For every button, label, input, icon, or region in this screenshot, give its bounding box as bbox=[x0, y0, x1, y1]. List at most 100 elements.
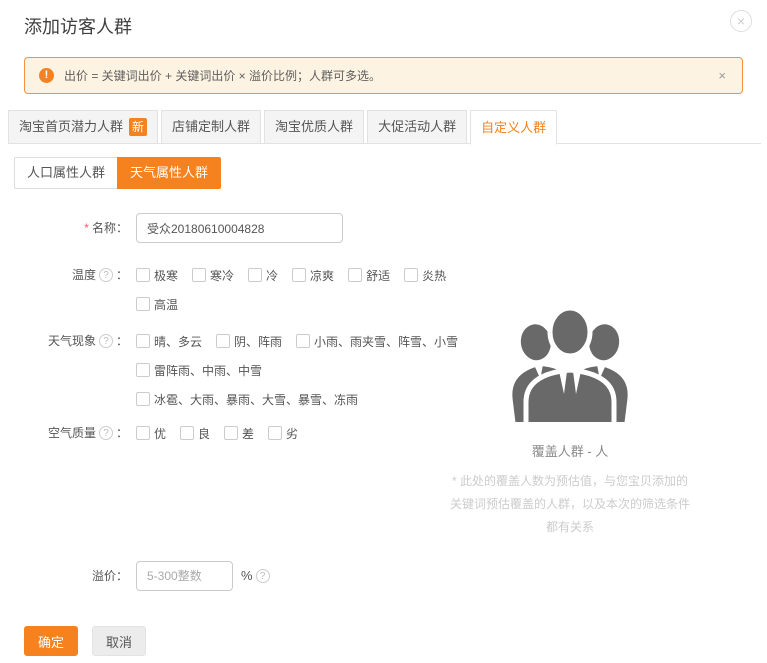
checkbox-label: 高温 bbox=[154, 296, 178, 313]
air-quality-label: 空气质量 ? ： bbox=[0, 423, 128, 443]
checkbox-label: 寒冷 bbox=[210, 267, 234, 284]
checkbox[interactable] bbox=[136, 426, 150, 440]
subtab-label: 人口属性人群 bbox=[27, 165, 105, 180]
checkbox-option[interactable]: 良 bbox=[180, 425, 210, 442]
dialog-footer: 确定 取消 bbox=[24, 626, 146, 656]
air-quality-row: 空气质量 ? ： 优良 差 劣 bbox=[0, 423, 312, 443]
note-line: 都有关系 bbox=[415, 516, 725, 539]
coverage-note: * 此处的覆盖人数为预估值，与您宝贝添加的关键词预估覆盖的人群，以及本次的筛选条… bbox=[415, 470, 725, 539]
checkbox[interactable] bbox=[136, 363, 150, 377]
checkbox-label: 阴、阵雨 bbox=[234, 333, 282, 350]
notice-close-icon[interactable]: × bbox=[716, 68, 728, 83]
premium-row: 溢价 ： % ? bbox=[0, 561, 273, 591]
checkbox[interactable] bbox=[292, 268, 306, 282]
temperature-label: 温度 ? ： bbox=[0, 265, 128, 285]
checkbox-option[interactable]: 凉爽 bbox=[292, 267, 334, 284]
checkbox[interactable] bbox=[136, 392, 150, 406]
audience-tabs: 淘宝首页潜力人群 新 店铺定制人群 淘宝优质人群 大促活动人群 自定义人群 bbox=[8, 110, 761, 144]
alert-circle-icon: ! bbox=[39, 68, 54, 83]
weather-label: 天气现象 ? ： bbox=[0, 331, 128, 351]
checkbox-option[interactable]: 冷 bbox=[248, 267, 278, 284]
percent-unit: % bbox=[241, 561, 253, 591]
checkbox[interactable] bbox=[404, 268, 418, 282]
tab-custom-audience[interactable]: 自定义人群 bbox=[470, 110, 557, 145]
checkbox-label: 舒适 bbox=[366, 267, 390, 284]
dialog-close-button[interactable]: × bbox=[730, 10, 752, 32]
temperature-options: 极寒 寒冷 冷 凉爽 舒适炎热高温 bbox=[136, 265, 460, 314]
help-icon[interactable]: ? bbox=[99, 268, 113, 282]
checkbox-option[interactable]: 高温 bbox=[136, 296, 178, 313]
checkbox-row: 极寒 寒冷 冷 凉爽 舒适炎热 bbox=[136, 265, 460, 285]
checkbox-option[interactable]: 阴、阵雨 bbox=[216, 333, 282, 350]
checkbox-option[interactable]: 优 bbox=[136, 425, 166, 442]
subtab-weather[interactable]: 天气属性人群 bbox=[117, 157, 221, 189]
checkbox-option[interactable]: 晴、多云 bbox=[136, 333, 202, 350]
tab-shop-custom[interactable]: 店铺定制人群 bbox=[161, 110, 261, 144]
checkbox-option[interactable]: 炎热 bbox=[404, 267, 446, 284]
custom-audience-subtabs: 人口属性人群 天气属性人群 bbox=[14, 157, 221, 189]
audience-name-input[interactable] bbox=[136, 213, 343, 243]
checkbox-label: 雷阵雨、中雨、中雪 bbox=[154, 362, 262, 379]
tab-taobao-homepage-potential[interactable]: 淘宝首页潜力人群 新 bbox=[8, 110, 158, 144]
checkbox-label: 优 bbox=[154, 425, 166, 442]
add-visitor-audience-dialog: 添加访客人群 × ! 出价 = 关键词出价 + 关键词出价 × 溢价比例；人群可… bbox=[0, 0, 767, 663]
checkbox-option[interactable]: 舒适 bbox=[348, 267, 390, 284]
checkbox-label: 冰雹、大雨、暴雨、大雪、暴雪、冻雨 bbox=[154, 391, 358, 408]
tab-label: 淘宝优质人群 bbox=[275, 111, 353, 143]
notice-text: 出价 = 关键词出价 + 关键词出价 × 溢价比例；人群可多选。 bbox=[64, 67, 716, 84]
checkbox[interactable] bbox=[192, 268, 206, 282]
help-icon[interactable]: ? bbox=[99, 334, 113, 348]
checkbox-row: 高温 bbox=[136, 294, 460, 314]
checkbox[interactable] bbox=[136, 334, 150, 348]
checkbox-option[interactable]: 冰雹、大雨、暴雨、大雪、暴雪、冻雨 bbox=[136, 391, 358, 408]
page-title: 添加访客人群 bbox=[24, 13, 132, 39]
premium-label: 溢价 ： bbox=[0, 561, 128, 591]
checkbox-option[interactable]: 寒冷 bbox=[192, 267, 234, 284]
bid-formula-notice: ! 出价 = 关键词出价 + 关键词出价 × 溢价比例；人群可多选。 × bbox=[24, 57, 743, 94]
checkbox-label: 极寒 bbox=[154, 267, 178, 284]
checkbox[interactable] bbox=[136, 297, 150, 311]
checkbox[interactable] bbox=[216, 334, 230, 348]
checkbox[interactable] bbox=[268, 426, 282, 440]
help-icon[interactable]: ? bbox=[256, 569, 270, 583]
checkbox-row: 优良 差 劣 bbox=[136, 423, 312, 443]
subtab-label: 天气属性人群 bbox=[130, 165, 208, 180]
checkbox[interactable] bbox=[180, 426, 194, 440]
checkbox-option[interactable]: 差 bbox=[224, 425, 254, 442]
note-line: * 此处的覆盖人数为预估值，与您宝贝添加的 bbox=[415, 470, 725, 493]
checkbox-option[interactable]: 极寒 bbox=[136, 267, 178, 284]
help-icon[interactable]: ? bbox=[99, 426, 113, 440]
checkbox-label: 劣 bbox=[286, 425, 298, 442]
required-mark: * bbox=[84, 219, 89, 237]
checkbox-label: 差 bbox=[242, 425, 254, 442]
coverage-panel: 覆盖人群 - 人 * 此处的覆盖人数为预估值，与您宝贝添加的关键词预估覆盖的人群… bbox=[415, 296, 725, 539]
coverage-caption: 覆盖人群 - 人 bbox=[415, 441, 725, 460]
temperature-row: 温度 ? ： 极寒 寒冷 冷 凉爽 舒适炎热高温 bbox=[0, 265, 460, 314]
tab-taobao-premium[interactable]: 淘宝优质人群 bbox=[264, 110, 364, 144]
tab-promotion-event[interactable]: 大促活动人群 bbox=[367, 110, 467, 144]
premium-input[interactable] bbox=[136, 561, 233, 591]
note-line: 关键词预估覆盖的人群，以及本次的筛选条件 bbox=[415, 493, 725, 516]
tab-label: 大促活动人群 bbox=[378, 111, 456, 143]
checkbox[interactable] bbox=[296, 334, 310, 348]
checkbox[interactable] bbox=[224, 426, 238, 440]
checkbox[interactable] bbox=[348, 268, 362, 282]
tab-label: 淘宝首页潜力人群 bbox=[19, 111, 123, 143]
name-label: * 名称 ： bbox=[0, 213, 128, 243]
cancel-button[interactable]: 取消 bbox=[92, 626, 146, 656]
checkbox-option[interactable]: 劣 bbox=[268, 425, 298, 442]
confirm-button[interactable]: 确定 bbox=[24, 626, 78, 656]
tab-label: 店铺定制人群 bbox=[172, 111, 250, 143]
checkbox-option[interactable]: 雷阵雨、中雨、中雪 bbox=[136, 362, 262, 379]
close-icon: × bbox=[737, 14, 745, 28]
checkbox-label: 晴、多云 bbox=[154, 333, 202, 350]
checkbox-label: 凉爽 bbox=[310, 267, 334, 284]
subtab-demographic[interactable]: 人口属性人群 bbox=[14, 157, 117, 189]
people-group-icon bbox=[500, 296, 640, 422]
name-row: * 名称 ： bbox=[0, 213, 343, 243]
checkbox[interactable] bbox=[136, 268, 150, 282]
tab-label: 自定义人群 bbox=[481, 112, 546, 144]
checkbox[interactable] bbox=[248, 268, 262, 282]
air-quality-options: 优良 差 劣 bbox=[136, 423, 312, 443]
checkbox-label: 冷 bbox=[266, 267, 278, 284]
